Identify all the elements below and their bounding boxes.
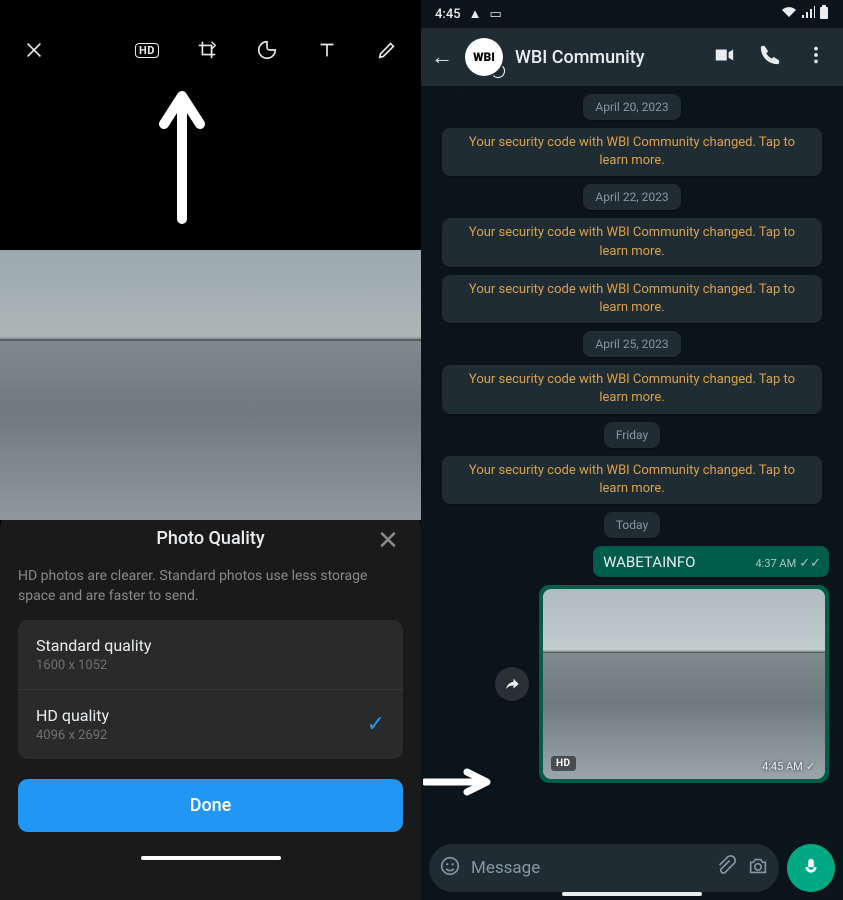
chat-header: ← WBI WBI Community: [421, 28, 843, 86]
sheet-title: Photo Quality: [156, 528, 264, 549]
video-call-button[interactable]: [713, 44, 735, 70]
hd-badge: HD: [551, 756, 576, 771]
input-placeholder: Message: [471, 858, 705, 878]
date-separator: Today: [604, 512, 660, 538]
camera-button[interactable]: [747, 855, 769, 881]
annotation-arrow-right: [423, 768, 493, 800]
system-message[interactable]: Your security code with WBI Community ch…: [442, 128, 822, 176]
system-message[interactable]: Your security code with WBI Community ch…: [442, 456, 822, 504]
check-icon: ✓: [367, 712, 385, 737]
text-button[interactable]: [307, 30, 347, 70]
option-label: Standard quality: [36, 636, 151, 655]
hd-quality-button[interactable]: HD: [127, 30, 167, 70]
sheet-description: HD photos are clearer. Standard photos u…: [18, 567, 403, 606]
draw-button[interactable]: [367, 30, 407, 70]
option-hd[interactable]: HD quality 4096 x 2692 ✓: [18, 689, 403, 759]
date-separator: April 22, 2023: [583, 184, 680, 210]
chat-title[interactable]: WBI Community: [515, 47, 701, 68]
status-bar: 4:45 ▲ ▭: [421, 0, 843, 28]
crop-rotate-button[interactable]: [187, 30, 227, 70]
system-message[interactable]: Your security code with WBI Community ch…: [442, 365, 822, 413]
system-message[interactable]: Your security code with WBI Community ch…: [442, 218, 822, 266]
signal-icon: [801, 6, 815, 22]
home-indicator: [562, 892, 702, 896]
date-separator: Friday: [604, 422, 660, 448]
status-time: 4:45: [435, 7, 461, 22]
attach-button[interactable]: [715, 855, 737, 881]
menu-button[interactable]: [805, 44, 827, 70]
forward-button[interactable]: [495, 667, 529, 701]
wifi-icon: [781, 6, 797, 22]
photo-quality-sheet: Photo Quality ✕ HD photos are clearer. S…: [0, 510, 421, 900]
outgoing-message[interactable]: WABETAINFO 4:37 AM ✓✓: [593, 546, 829, 577]
voice-call-button[interactable]: [759, 44, 781, 70]
chat-body[interactable]: April 20, 2023 Your security code with W…: [421, 86, 843, 842]
close-button[interactable]: [14, 30, 54, 70]
message-input[interactable]: Message: [429, 844, 779, 892]
message-time: 4:45 AM: [762, 760, 803, 773]
sheet-close-button[interactable]: ✕: [373, 526, 403, 556]
outgoing-photo-message[interactable]: HD 4:45 AM ✓: [539, 585, 829, 783]
date-separator: April 20, 2023: [583, 94, 680, 120]
avatar[interactable]: WBI: [465, 38, 503, 76]
done-button[interactable]: Done: [18, 779, 403, 832]
hd-icon: HD: [135, 43, 159, 58]
back-button[interactable]: ←: [431, 44, 453, 70]
mic-button[interactable]: [787, 844, 835, 892]
message-text: WABETAINFO: [603, 553, 695, 571]
message-time: 4:37 AM: [755, 557, 796, 570]
battery-icon: [819, 5, 829, 23]
option-resolution: 4096 x 2692: [36, 728, 109, 743]
sent-tick-icon: ✓: [806, 760, 815, 773]
annotation-arrow-up: [154, 84, 210, 228]
calendar-icon: ▭: [489, 7, 501, 22]
chat-pane: 4:45 ▲ ▭ ← WBI WBI Community April 20, 2…: [421, 0, 843, 900]
sticker-button[interactable]: [247, 30, 287, 70]
photo-thumbnail: HD 4:45 AM ✓: [543, 589, 825, 779]
system-message[interactable]: Your security code with WBI Community ch…: [442, 275, 822, 323]
option-standard[interactable]: Standard quality 1600 x 1052: [18, 620, 403, 689]
app-indicator-icon: ▲: [469, 6, 482, 22]
read-ticks-icon: ✓✓: [799, 556, 821, 571]
editor-toolbar: HD: [0, 0, 421, 100]
quality-options: Standard quality 1600 x 1052 HD quality …: [18, 620, 403, 759]
emoji-button[interactable]: [439, 855, 461, 881]
home-indicator: [141, 856, 281, 860]
photo-editor-pane: HD Photo Quality ✕ HD photos are clearer…: [0, 0, 421, 900]
photo-preview: [0, 250, 421, 520]
option-resolution: 1600 x 1052: [36, 658, 151, 673]
option-label: HD quality: [36, 706, 109, 725]
date-separator: April 25, 2023: [583, 331, 680, 357]
